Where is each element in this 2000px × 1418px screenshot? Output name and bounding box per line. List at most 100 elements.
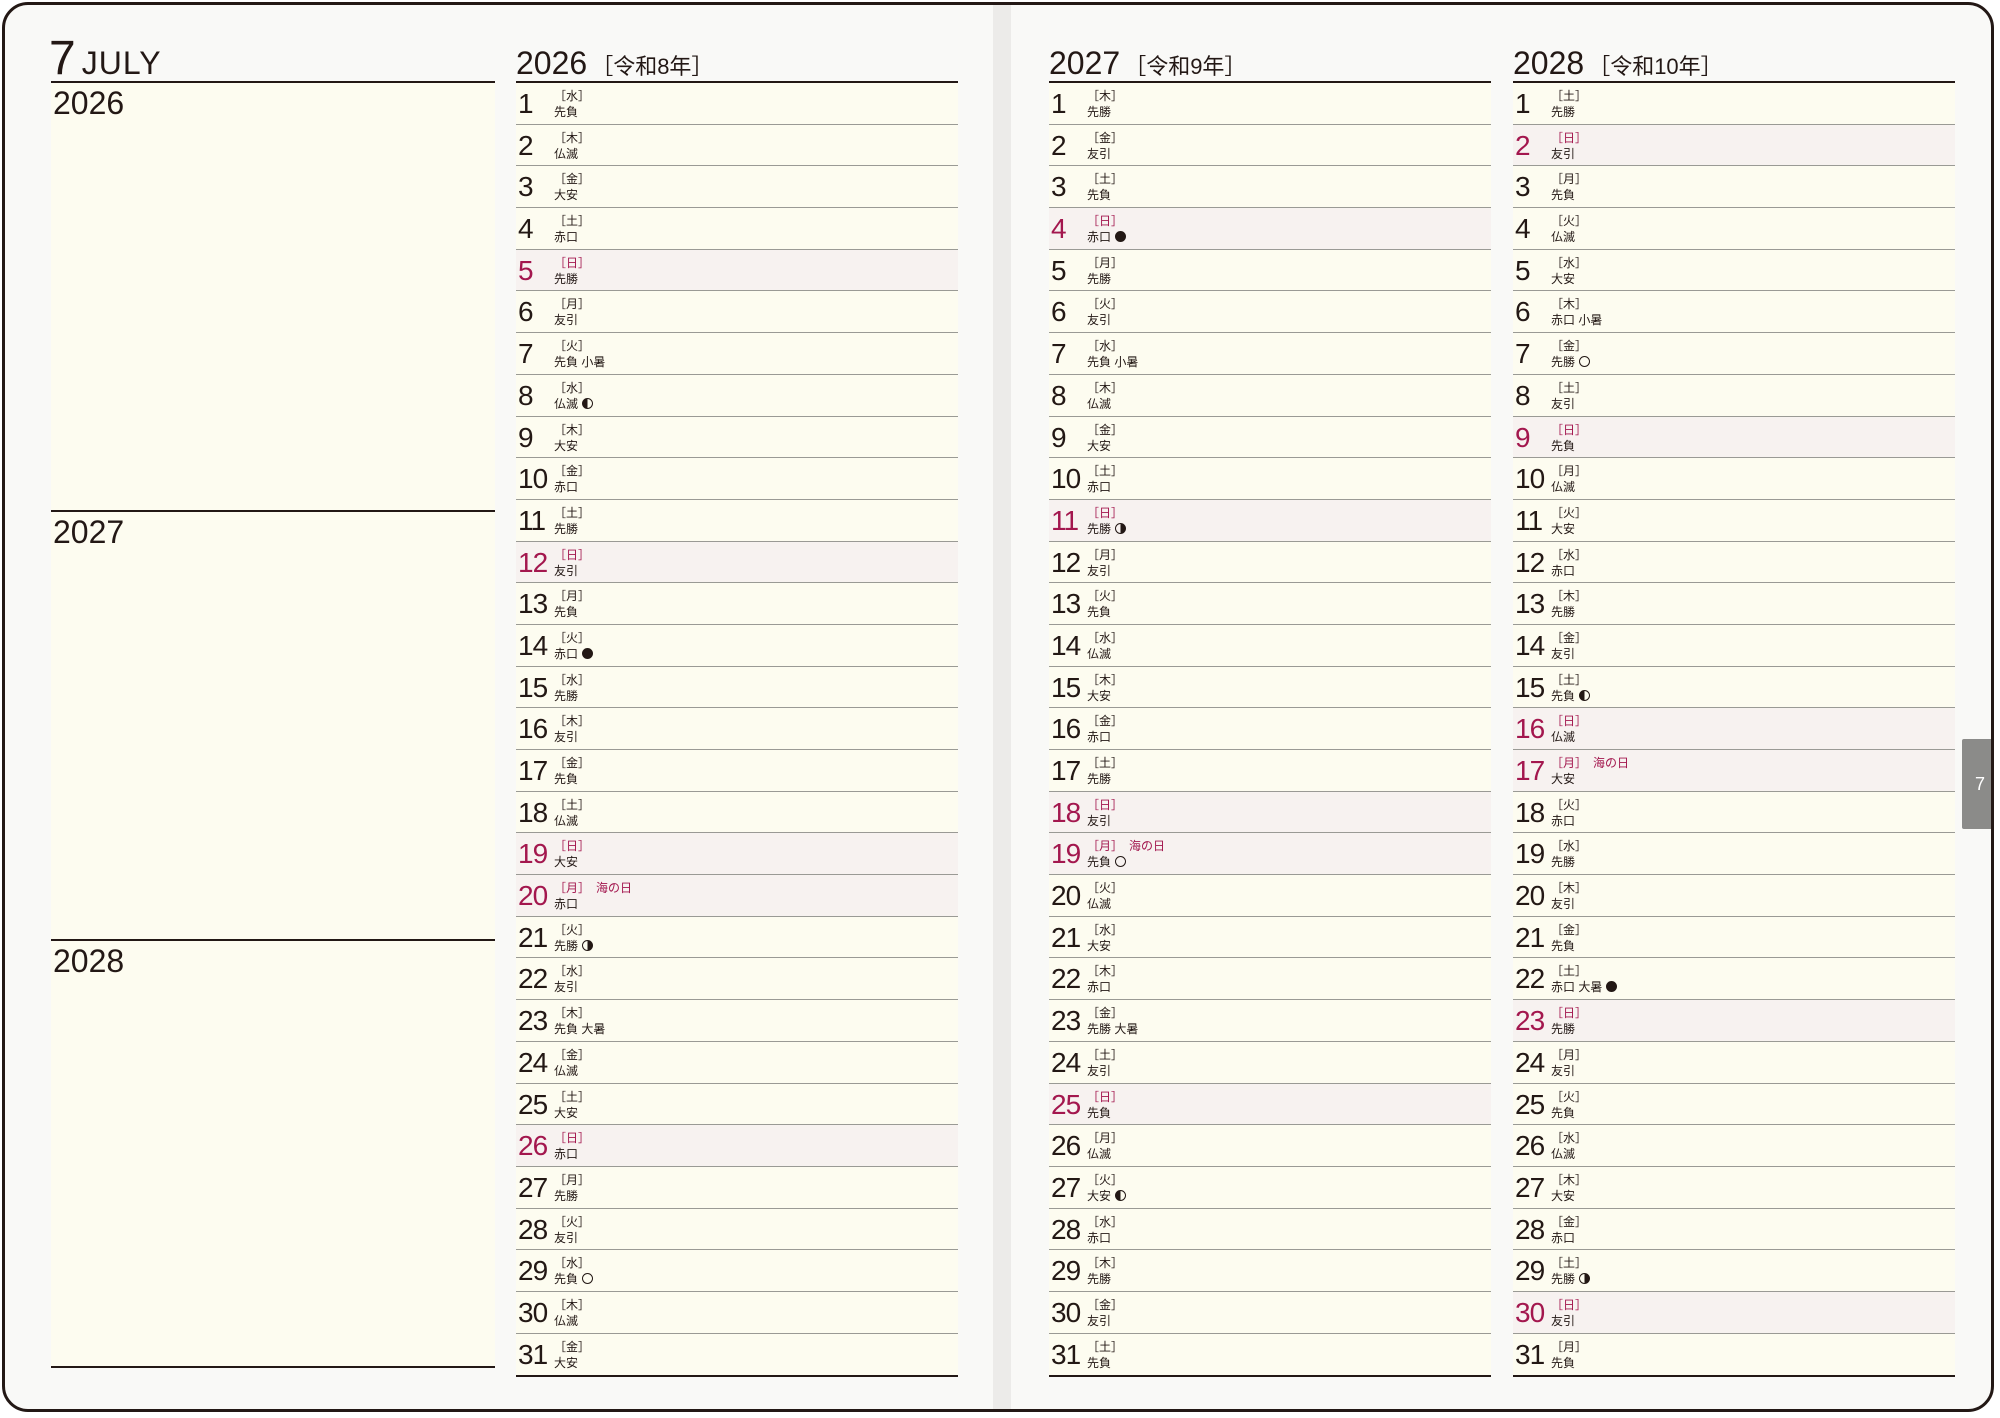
day-row[interactable]: 4 ［日］ 赤口 — [1049, 208, 1491, 250]
memo-section[interactable]: 2028 — [51, 939, 495, 1368]
day-row[interactable]: 1 ［土］ 先勝 — [1513, 83, 1955, 125]
day-row[interactable]: 28 ［金］ 赤口 — [1513, 1208, 1955, 1251]
day-row[interactable]: 13 ［木］ 先勝 — [1513, 583, 1955, 625]
day-row[interactable]: 3 ［金］ 大安 — [516, 166, 958, 209]
day-row[interactable]: 12 ［水］ 赤口 — [1513, 541, 1955, 584]
memo-section[interactable]: 2027 — [51, 510, 495, 939]
day-row[interactable]: 15 ［土］ 先負 — [1513, 666, 1955, 709]
day-row[interactable]: 9 ［木］ 大安 — [516, 416, 958, 459]
day-row[interactable]: 25 ［日］ 先負 — [1049, 1083, 1491, 1126]
day-row[interactable]: 9 ［金］ 大安 — [1049, 416, 1491, 459]
day-row[interactable]: 31 ［月］ 先負 — [1513, 1333, 1955, 1376]
day-row[interactable]: 10 ［月］ 仏滅 — [1513, 458, 1955, 500]
day-row[interactable]: 19 ［水］ 先勝 — [1513, 833, 1955, 876]
day-row[interactable]: 1 ［木］ 先勝 — [1049, 83, 1491, 125]
day-row[interactable]: 2 ［木］ 仏滅 — [516, 124, 958, 167]
day-row[interactable]: 5 ［水］ 大安 — [1513, 249, 1955, 292]
day-row[interactable]: 16 ［日］ 仏滅 — [1513, 708, 1955, 750]
day-row[interactable]: 21 ［火］ 先勝 — [516, 916, 958, 959]
day-row[interactable]: 4 ［土］ 赤口 — [516, 208, 958, 250]
day-row[interactable]: 7 ［水］ 先負 小暑 — [1049, 333, 1491, 375]
day-row[interactable]: 21 ［水］ 大安 — [1049, 916, 1491, 959]
day-row[interactable]: 27 ［月］ 先勝 — [516, 1166, 958, 1209]
day-row[interactable]: 1 ［水］ 先負 — [516, 83, 958, 125]
day-row[interactable]: 18 ［土］ 仏滅 — [516, 791, 958, 834]
day-row[interactable]: 17 ［月］ 海の日 大安 — [1513, 750, 1955, 792]
day-row[interactable]: 15 ［水］ 先勝 — [516, 666, 958, 709]
day-row[interactable]: 25 ［土］ 大安 — [516, 1083, 958, 1126]
day-row[interactable]: 11 ［日］ 先勝 — [1049, 499, 1491, 542]
day-row[interactable]: 31 ［金］ 大安 — [516, 1333, 958, 1376]
day-row[interactable]: 10 ［土］ 赤口 — [1049, 458, 1491, 500]
day-row[interactable]: 27 ［火］ 大安 — [1049, 1166, 1491, 1209]
day-row[interactable]: 29 ［土］ 先勝 — [1513, 1250, 1955, 1292]
day-row[interactable]: 5 ［月］ 先勝 — [1049, 249, 1491, 292]
day-row[interactable]: 3 ［月］ 先負 — [1513, 166, 1955, 209]
day-row[interactable]: 22 ［土］ 赤口 大暑 — [1513, 958, 1955, 1001]
day-row[interactable]: 17 ［金］ 先負 — [516, 750, 958, 792]
day-row[interactable]: 2 ［金］ 友引 — [1049, 124, 1491, 167]
day-row[interactable]: 15 ［木］ 大安 — [1049, 666, 1491, 709]
day-row[interactable]: 22 ［水］ 友引 — [516, 958, 958, 1001]
day-row[interactable]: 29 ［水］ 先負 — [516, 1250, 958, 1292]
day-row[interactable]: 12 ［日］ 友引 — [516, 541, 958, 584]
day-row[interactable]: 14 ［火］ 赤口 — [516, 624, 958, 667]
day-row[interactable]: 18 ［火］ 赤口 — [1513, 791, 1955, 834]
day-row[interactable]: 11 ［火］ 大安 — [1513, 499, 1955, 542]
day-row[interactable]: 6 ［火］ 友引 — [1049, 291, 1491, 334]
day-row[interactable]: 20 ［火］ 仏滅 — [1049, 875, 1491, 917]
day-row[interactable]: 30 ［金］ 友引 — [1049, 1291, 1491, 1334]
day-number: 14 — [1515, 629, 1545, 661]
day-row[interactable]: 7 ［金］ 先勝 — [1513, 333, 1955, 375]
day-row[interactable]: 14 ［金］ 友引 — [1513, 624, 1955, 667]
day-row[interactable]: 21 ［金］ 先負 — [1513, 916, 1955, 959]
rokuyo-label: 赤口 — [554, 646, 579, 661]
day-row[interactable]: 8 ［土］ 友引 — [1513, 374, 1955, 417]
day-row[interactable]: 7 ［火］ 先負 小暑 — [516, 333, 958, 375]
day-row[interactable]: 8 ［木］ 仏滅 — [1049, 374, 1491, 417]
day-row[interactable]: 5 ［日］ 先勝 — [516, 249, 958, 292]
day-row[interactable]: 9 ［日］ 先負 — [1513, 416, 1955, 459]
day-row[interactable]: 20 ［木］ 友引 — [1513, 875, 1955, 917]
day-row[interactable]: 13 ［火］ 先負 — [1049, 583, 1491, 625]
day-row[interactable]: 13 ［月］ 先負 — [516, 583, 958, 625]
day-row[interactable]: 23 ［木］ 先負 大暑 — [516, 1000, 958, 1042]
day-row[interactable]: 28 ［水］ 赤口 — [1049, 1208, 1491, 1251]
day-row[interactable]: 26 ［日］ 赤口 — [516, 1125, 958, 1167]
day-row[interactable]: 6 ［月］ 友引 — [516, 291, 958, 334]
day-row[interactable]: 22 ［木］ 赤口 — [1049, 958, 1491, 1001]
day-row[interactable]: 26 ［月］ 仏滅 — [1049, 1125, 1491, 1167]
memo-section[interactable]: 2026 — [51, 81, 495, 510]
day-row[interactable]: 16 ［木］ 友引 — [516, 708, 958, 750]
day-row[interactable]: 6 ［木］ 赤口 小暑 — [1513, 291, 1955, 334]
day-row[interactable]: 19 ［日］ 大安 — [516, 833, 958, 876]
day-row[interactable]: 24 ［金］ 仏滅 — [516, 1041, 958, 1084]
day-row[interactable]: 17 ［土］ 先勝 — [1049, 750, 1491, 792]
day-row[interactable]: 8 ［水］ 仏滅 — [516, 374, 958, 417]
day-row[interactable]: 18 ［日］ 友引 — [1049, 791, 1491, 834]
day-row[interactable]: 10 ［金］ 赤口 — [516, 458, 958, 500]
day-row[interactable]: 26 ［水］ 仏滅 — [1513, 1125, 1955, 1167]
day-row[interactable]: 3 ［土］ 先負 — [1049, 166, 1491, 209]
day-row[interactable]: 24 ［土］ 友引 — [1049, 1041, 1491, 1084]
day-row[interactable]: 25 ［火］ 先負 — [1513, 1083, 1955, 1126]
day-row[interactable]: 20 ［月］ 海の日 赤口 — [516, 875, 958, 917]
day-row[interactable]: 19 ［月］ 海の日 先負 — [1049, 833, 1491, 876]
day-row[interactable]: 27 ［木］ 大安 — [1513, 1166, 1955, 1209]
day-row[interactable]: 28 ［火］ 友引 — [516, 1208, 958, 1251]
day-row[interactable]: 30 ［木］ 仏滅 — [516, 1291, 958, 1334]
day-row[interactable]: 31 ［土］ 先負 — [1049, 1333, 1491, 1376]
day-row[interactable]: 16 ［金］ 赤口 — [1049, 708, 1491, 750]
month-index-tab[interactable]: 7 — [1962, 739, 1991, 829]
day-row[interactable]: 11 ［土］ 先勝 — [516, 499, 958, 542]
day-row[interactable]: 4 ［火］ 仏滅 — [1513, 208, 1955, 250]
day-row[interactable]: 23 ［金］ 先勝 大暑 — [1049, 1000, 1491, 1042]
day-row[interactable]: 24 ［月］ 友引 — [1513, 1041, 1955, 1084]
day-details: ［土］ 先勝 — [1551, 1255, 1591, 1287]
day-row[interactable]: 30 ［日］ 友引 — [1513, 1291, 1955, 1334]
day-row[interactable]: 23 ［日］ 先勝 — [1513, 1000, 1955, 1042]
day-row[interactable]: 29 ［木］ 先勝 — [1049, 1250, 1491, 1292]
day-row[interactable]: 12 ［月］ 友引 — [1049, 541, 1491, 584]
day-row[interactable]: 14 ［水］ 仏滅 — [1049, 624, 1491, 667]
day-row[interactable]: 2 ［日］ 友引 — [1513, 124, 1955, 167]
